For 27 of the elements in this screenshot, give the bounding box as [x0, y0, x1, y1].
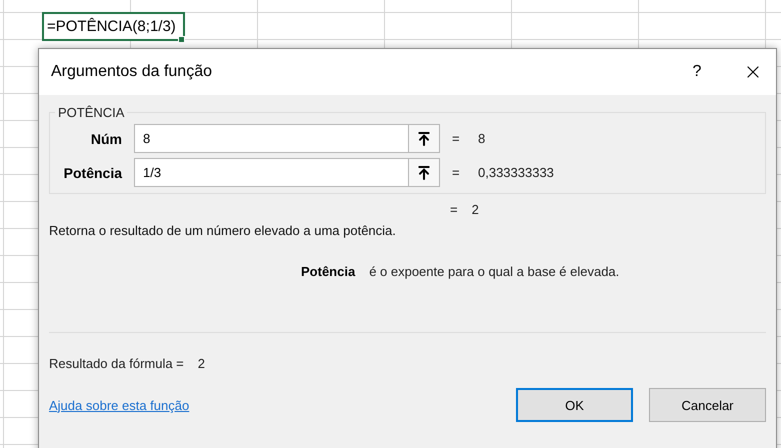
argument-description: é o expoente para o qual a base é elevada. [369, 264, 620, 279]
ok-button[interactable]: OK [516, 388, 633, 422]
argument-field[interactable]: 8 [134, 124, 408, 153]
argument-field[interactable]: 1/3 [134, 158, 408, 187]
equals-sign: = [452, 165, 461, 180]
argument-label: Núm [90, 130, 122, 146]
function-result: 2 [472, 202, 479, 217]
window-title: Argumentos da função [51, 63, 213, 81]
upload-arrow-icon [416, 130, 432, 146]
argument-name: Potência [301, 264, 356, 279]
function-description: Retorna o resultado de um número elevado a uma potência. [49, 223, 397, 238]
equals-sign: = [450, 202, 458, 217]
upload-arrow-icon [416, 164, 432, 180]
collapse-button[interactable] [408, 158, 440, 187]
help-link[interactable]: Ajuda sobre esta função [49, 398, 500, 412]
argument-label: Potência [62, 164, 122, 180]
argument-result: 8 [478, 131, 486, 146]
fill-handle[interactable] [178, 36, 185, 43]
help-button[interactable]: ? [674, 49, 720, 95]
group-label: POTÊNCIA [57, 105, 126, 120]
formula-cell[interactable]: =POTÊNCIA(8;1/3) [42, 12, 185, 41]
cancel-button[interactable]: Cancelar [649, 388, 766, 422]
argument-result: 0,333333333 [478, 165, 555, 180]
collapse-button[interactable] [408, 124, 440, 153]
formula-result-label: Resultado da fórmula = [49, 356, 184, 371]
equals-sign: = [452, 131, 461, 146]
formula-result-value: 2 [198, 356, 206, 371]
